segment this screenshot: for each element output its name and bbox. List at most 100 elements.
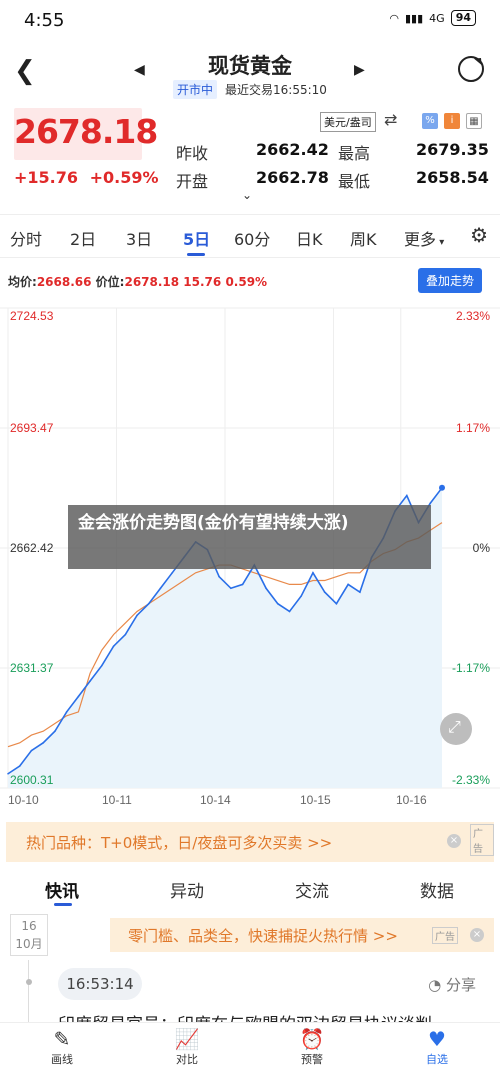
date-marker: 16 10月 bbox=[10, 914, 48, 956]
tab-5d[interactable]: 5日 bbox=[183, 226, 210, 250]
high-label: 最高 bbox=[338, 144, 371, 163]
price-point bbox=[288, 610, 291, 613]
timeline-dot bbox=[26, 979, 32, 985]
price-point bbox=[276, 602, 279, 605]
price-point bbox=[124, 633, 127, 636]
nav-draw-line-label: 画线 bbox=[51, 1053, 73, 1066]
close-icon-2[interactable]: × bbox=[470, 928, 484, 942]
status-time: 4:55 bbox=[24, 10, 65, 31]
y-tick-left: 2693.47 bbox=[10, 421, 54, 435]
price-point bbox=[359, 591, 361, 593]
price-point bbox=[77, 695, 80, 698]
page-title: 现货黄金 bbox=[208, 54, 292, 78]
status-bar: 4:55 ◠ ▮▮▮ 4G 94 bbox=[0, 0, 500, 38]
ad-tag-2: 广告 bbox=[432, 927, 458, 944]
avg-value: 2668.66 bbox=[36, 275, 92, 289]
tab-data[interactable]: 数据 bbox=[420, 877, 454, 902]
tab-underline bbox=[187, 253, 205, 256]
low-label: 最低 bbox=[338, 172, 371, 191]
tab-movement[interactable]: 异动 bbox=[170, 877, 204, 902]
share-button[interactable]: ◔ 分享 bbox=[428, 974, 476, 995]
close-icon[interactable]: × bbox=[447, 834, 461, 848]
tab-more[interactable]: 更多 ▾ bbox=[404, 226, 444, 250]
promo-banner-2[interactable]: 零门槛、品类全，快速捕捉火热行情 >> 广告 × bbox=[110, 918, 494, 952]
share-label: 分享 bbox=[445, 976, 476, 994]
price-info: 2678.18 15.76 0.59% bbox=[124, 275, 268, 289]
y-tick-right: 2.33% bbox=[456, 309, 490, 323]
date-day: 16 bbox=[21, 919, 37, 933]
price-point bbox=[42, 742, 44, 744]
avg-label: 均价: bbox=[8, 275, 37, 289]
tab-daily-k[interactable]: 日K bbox=[296, 226, 323, 250]
tab-flash-news[interactable]: 快讯 bbox=[45, 877, 79, 902]
price-point bbox=[265, 587, 267, 590]
refresh-icon[interactable] bbox=[458, 56, 484, 82]
next-instrument-button[interactable]: ▶ bbox=[354, 62, 365, 78]
tab-discussion[interactable]: 交流 bbox=[295, 877, 329, 902]
y-tick-left: 2724.53 bbox=[10, 309, 54, 323]
news-time: 16:53:14 bbox=[58, 968, 142, 1000]
tab-60min[interactable]: 60分 bbox=[234, 226, 270, 250]
last-trade-time: 最近交易16:55:10 bbox=[225, 83, 327, 97]
price-point bbox=[159, 587, 162, 590]
price-point bbox=[312, 572, 314, 574]
change-value: +15.76 bbox=[14, 168, 79, 187]
share-icon: ◔ bbox=[428, 976, 446, 994]
info-tool-icon[interactable]: i bbox=[444, 113, 460, 129]
promo-banner[interactable]: 热门品种：T+0模式，日/夜盘可多次买卖 >> 广告 × bbox=[6, 822, 494, 862]
overlay-trend-button[interactable]: 叠加走势 bbox=[417, 268, 482, 293]
x-tick: 10-14 bbox=[200, 793, 231, 807]
tab-more-label: 更多 bbox=[404, 230, 437, 249]
last-price-dot bbox=[439, 484, 445, 491]
nav-compare-label: 对比 bbox=[176, 1053, 198, 1066]
grid-tool-icon[interactable]: ▦ bbox=[466, 113, 482, 129]
alarm-icon: ⏰ bbox=[299, 1027, 325, 1051]
price-point bbox=[112, 645, 115, 648]
price-point bbox=[300, 595, 303, 597]
price-point bbox=[335, 602, 338, 605]
price-point bbox=[347, 583, 349, 586]
prev-close-value: 2662.42 bbox=[256, 140, 329, 159]
price-point bbox=[65, 711, 68, 713]
date-month: 10月 bbox=[15, 937, 43, 951]
chevron-down-icon[interactable]: ⌄ bbox=[242, 188, 252, 202]
price-point bbox=[323, 591, 326, 593]
expand-icon[interactable] bbox=[440, 713, 472, 745]
price-change: +15.76 +0.59% bbox=[14, 168, 159, 187]
low-value: 2658.54 bbox=[416, 168, 489, 187]
y-tick-right: -1.17% bbox=[452, 661, 490, 675]
gear-icon[interactable]: ⚙ bbox=[470, 223, 488, 247]
price-point bbox=[230, 587, 232, 590]
unit-selector[interactable]: 美元/盎司 bbox=[320, 112, 376, 132]
y-tick-right: 1.17% bbox=[456, 421, 490, 435]
price-point bbox=[54, 730, 56, 733]
price-point bbox=[101, 664, 103, 667]
percent-tool-icon[interactable]: % bbox=[422, 113, 438, 129]
nav-draw-line[interactable]: ✎ 画线 bbox=[32, 1027, 92, 1067]
high-value: 2679.35 bbox=[416, 140, 489, 159]
signal-label: 4G bbox=[429, 11, 445, 25]
tab-weekly-k[interactable]: 周K bbox=[350, 226, 377, 250]
period-tabs: 分时 2日 3日 5日 60分 日K 周K 更多 ▾ ⚙ bbox=[0, 214, 500, 258]
pen-icon: ✎ bbox=[53, 1027, 71, 1051]
news-tabs: 快讯 异动 交流 数据 bbox=[0, 868, 500, 908]
y-tick-right: 0% bbox=[473, 541, 491, 555]
ad-tag: 广告 bbox=[470, 824, 494, 856]
price-point bbox=[89, 680, 91, 682]
nav-watchlist[interactable]: ♥ 自选 bbox=[407, 1027, 467, 1067]
y-tick-left: 2600.31 bbox=[10, 773, 54, 787]
tab-fenshi[interactable]: 分时 bbox=[10, 226, 42, 250]
swap-icon[interactable]: ⇄ bbox=[384, 110, 397, 129]
price-point bbox=[18, 765, 21, 767]
image-caption-banner: 金会涨价走势图(金价有望持续大涨) bbox=[68, 505, 431, 569]
price-point bbox=[30, 749, 33, 752]
tab-3d[interactable]: 3日 bbox=[126, 226, 152, 250]
x-tick: 10-16 bbox=[396, 793, 427, 807]
nav-compare[interactable]: 📈 对比 bbox=[157, 1027, 217, 1067]
tab-2d[interactable]: 2日 bbox=[70, 226, 96, 250]
heart-icon: ♥ bbox=[428, 1027, 446, 1051]
price-point bbox=[7, 772, 9, 775]
nav-alert[interactable]: ⏰ 预警 bbox=[282, 1027, 342, 1067]
timeline-line bbox=[28, 960, 29, 1030]
y-tick-left: 2631.37 bbox=[10, 661, 54, 675]
